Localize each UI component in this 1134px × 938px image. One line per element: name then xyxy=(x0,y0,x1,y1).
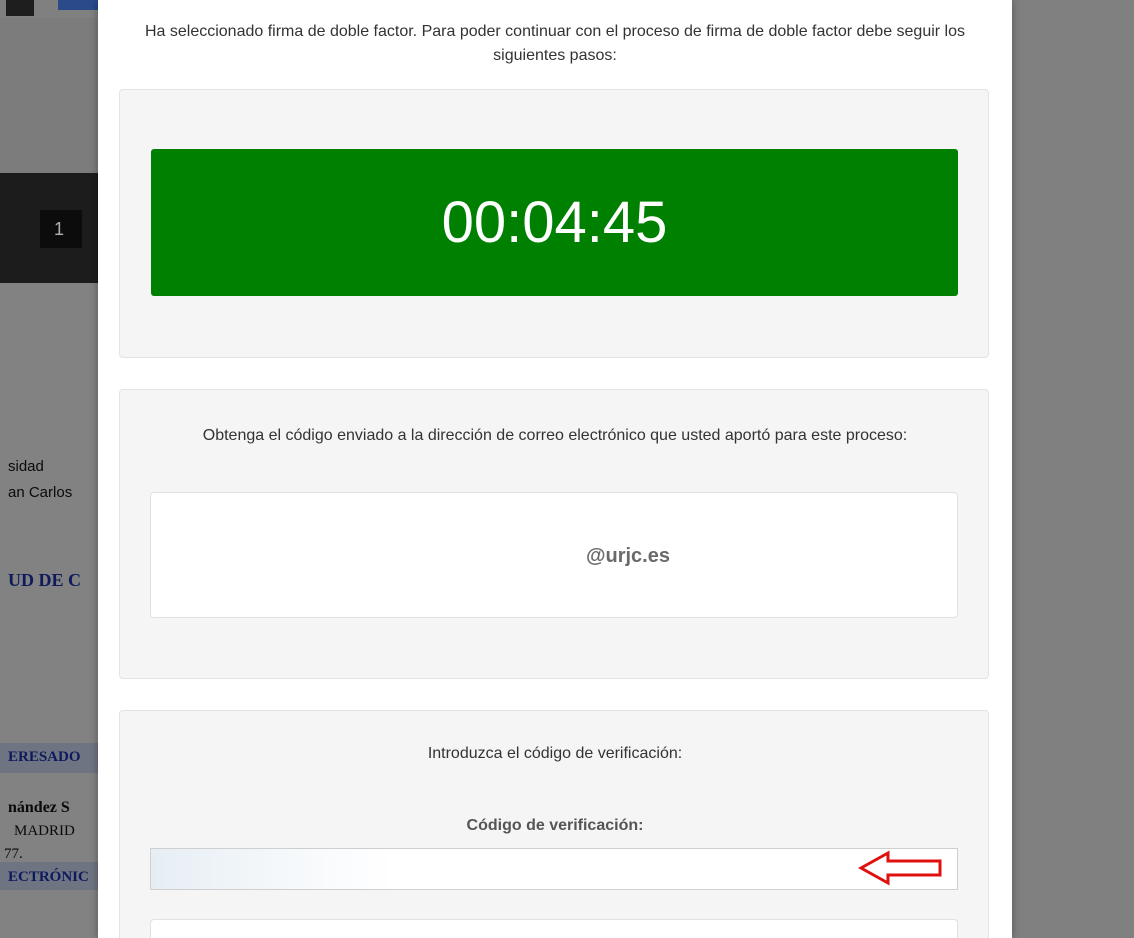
email-instruction: Obtenga el código enviado a la dirección… xyxy=(202,427,908,444)
background-right-overlay xyxy=(1012,0,1134,938)
email-display-box: @urjc.es xyxy=(150,492,958,618)
background-band-text: ERESADO xyxy=(8,749,81,765)
background-heading: UD DE C xyxy=(8,570,82,590)
two-factor-modal: Ha seleccionado firma de doble factor. P… xyxy=(98,0,1012,938)
background-app-icon xyxy=(6,0,34,16)
verification-code-label: Código de verificación: xyxy=(466,817,644,834)
email-address: @urjc.es xyxy=(586,545,670,567)
verification-instruction: Introduzca el código de verificación: xyxy=(427,745,683,762)
verification-code-input[interactable] xyxy=(150,848,958,890)
background-brand-icon xyxy=(58,0,98,10)
background-page-number: 1 xyxy=(40,210,82,248)
background-viewer-toolbar: 1 xyxy=(0,173,100,283)
background-text-line: sidad xyxy=(8,458,44,475)
background-toolbar-top xyxy=(0,0,100,18)
verification-panel: Introduzca el código de verificación: Có… xyxy=(119,710,989,938)
modal-intro-text: Ha seleccionado firma de doble factor. P… xyxy=(144,23,966,64)
countdown-timer: 00:04:45 xyxy=(151,149,958,296)
background-person-line: nández S xyxy=(8,799,70,816)
background-header-area xyxy=(0,18,100,173)
next-step-box xyxy=(150,919,958,938)
email-panel: Obtenga el código enviado a la dirección… xyxy=(119,389,989,679)
background-text-line: an Carlos xyxy=(8,484,73,501)
background-person-line: MADRID xyxy=(14,823,75,839)
timer-panel: 00:04:45 xyxy=(119,89,989,358)
background-person-line: 77. xyxy=(4,846,23,862)
background-band-text: ECTRÓNIC xyxy=(8,869,89,885)
left-arrow-icon xyxy=(858,850,942,886)
